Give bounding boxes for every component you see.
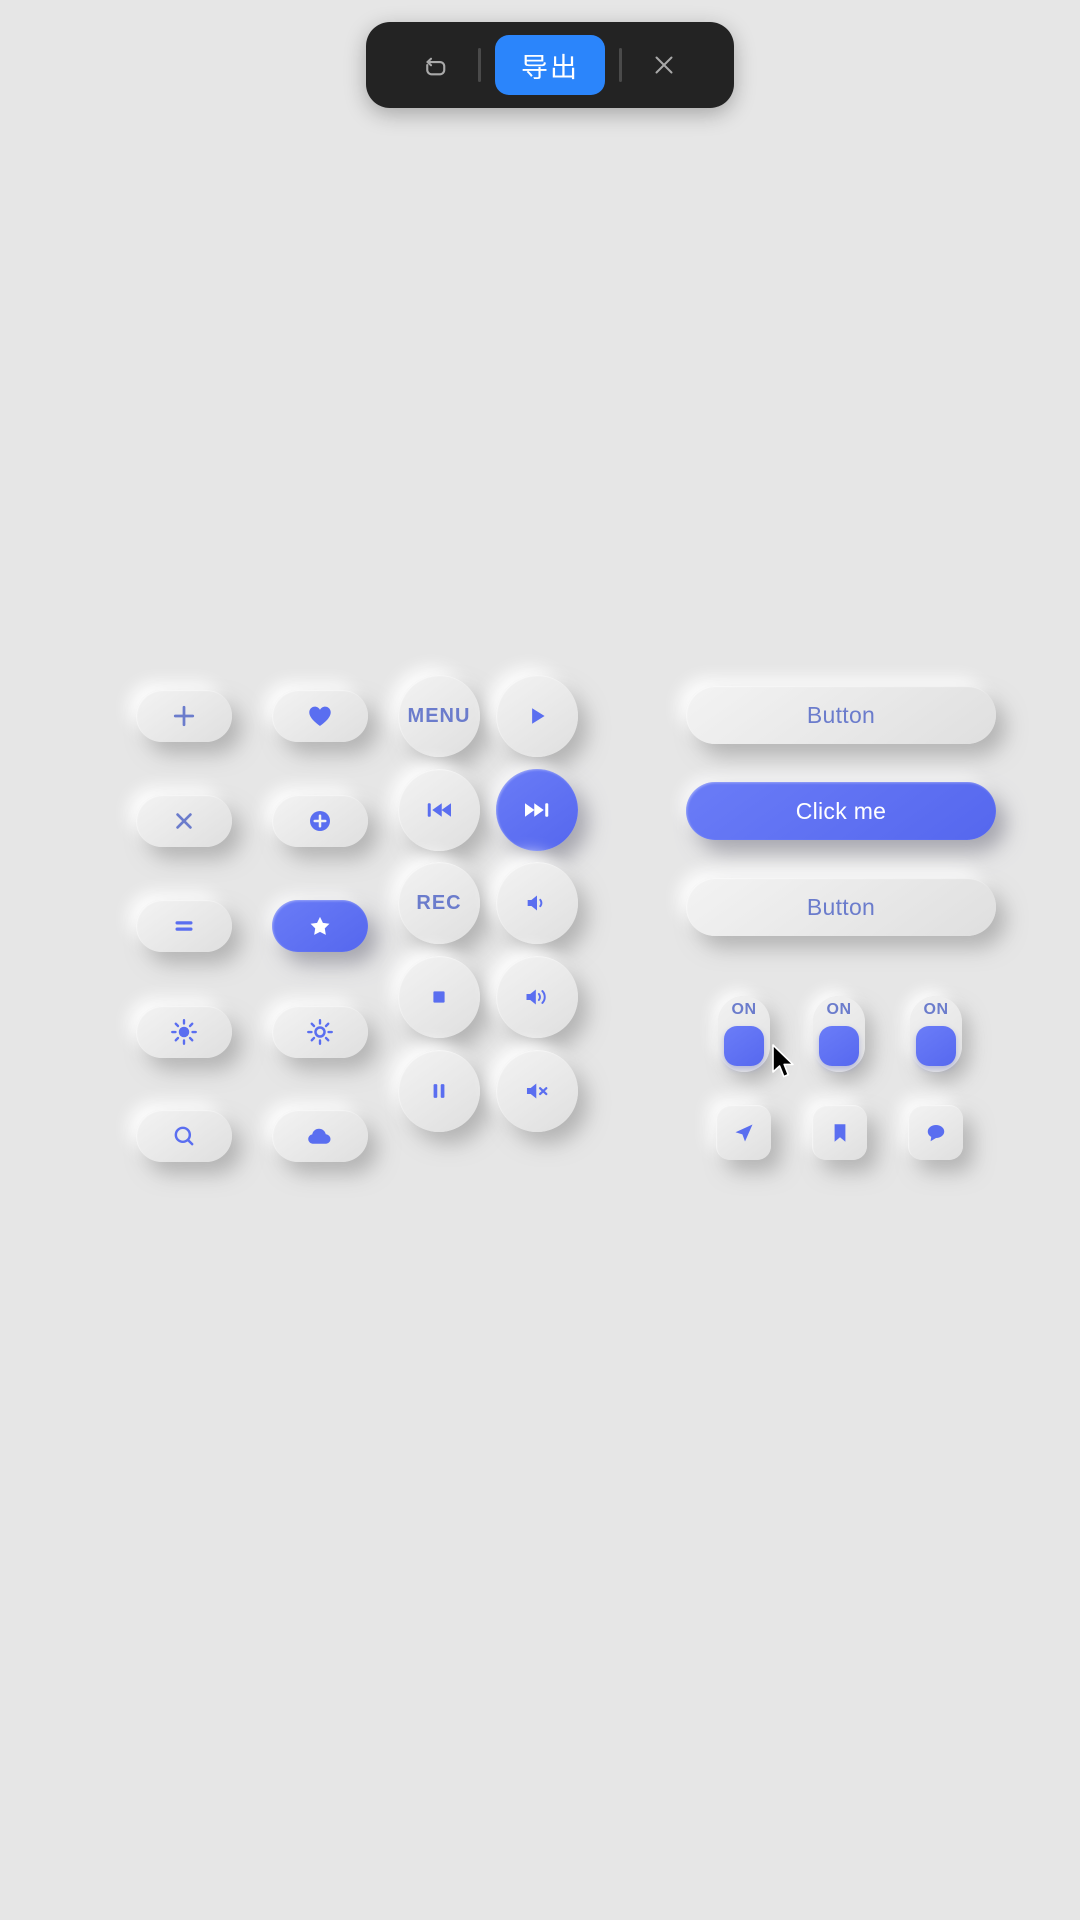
circle-button-volume-mute[interactable] (496, 1050, 578, 1132)
square-button-send[interactable] (716, 1105, 771, 1160)
pause-icon (426, 1078, 452, 1104)
pill-button-star[interactable] (272, 900, 368, 952)
volume-low-icon (523, 889, 551, 917)
square-button-chat[interactable] (908, 1105, 963, 1160)
search-icon (170, 1122, 198, 1150)
wide-button-2[interactable]: Button (686, 878, 996, 936)
bookmark-icon (828, 1121, 852, 1145)
chat-bubble-icon (923, 1120, 949, 1146)
volume-high-icon (523, 983, 551, 1011)
circle-button-next[interactable] (496, 769, 578, 851)
neumorphic-button-board: MENU REC Button Click me Button ON ON ON (0, 0, 1080, 1920)
pill-button-close[interactable] (136, 795, 232, 847)
circle-button-previous[interactable] (398, 769, 480, 851)
wide-button-click-me-label: Click me (795, 797, 887, 824)
previous-track-icon (424, 795, 454, 825)
circle-button-play[interactable] (496, 675, 578, 757)
sun-filled-icon (169, 1017, 199, 1047)
circle-button-menu[interactable]: MENU (398, 675, 480, 757)
toggle-switch-3-label: ON (923, 1001, 949, 1018)
equals-icon (169, 911, 199, 941)
toggle-switch-2[interactable]: ON (813, 996, 865, 1072)
sun-outline-icon (305, 1017, 335, 1047)
wide-button-1-label: Button (806, 701, 876, 728)
pill-button-cloud[interactable] (272, 1110, 368, 1162)
pill-button-add-circle[interactable] (272, 795, 368, 847)
menu-button-label: MENU (407, 704, 471, 727)
rec-button-label: REC (416, 891, 462, 914)
circle-button-volume-high[interactable] (496, 956, 578, 1038)
toggle-switch-2-label: ON (826, 1001, 852, 1018)
plus-circle-icon (305, 806, 335, 836)
pill-button-equals[interactable] (136, 900, 232, 952)
play-icon (524, 703, 550, 729)
stop-icon (427, 985, 451, 1009)
circle-button-pause[interactable] (398, 1050, 480, 1132)
send-icon (732, 1121, 756, 1145)
next-track-icon (522, 795, 552, 825)
circle-button-stop[interactable] (398, 956, 480, 1038)
wide-button-2-label: Button (806, 893, 876, 920)
wide-button-click-me[interactable]: Click me (686, 782, 996, 840)
wide-button-1[interactable]: Button (686, 686, 996, 744)
toggle-switch-1[interactable]: ON (718, 996, 770, 1072)
plus-icon (169, 701, 199, 731)
circle-button-volume-low[interactable] (496, 862, 578, 944)
cloud-icon (305, 1121, 335, 1151)
circle-button-record[interactable]: REC (398, 862, 480, 944)
volume-mute-icon (523, 1077, 551, 1105)
toggle-switch-3-knob[interactable] (916, 1026, 956, 1066)
toggle-switch-3[interactable]: ON (910, 996, 962, 1072)
toggle-switch-1-label: ON (731, 1001, 757, 1018)
pill-button-brightness-high[interactable] (136, 1006, 232, 1058)
close-x-icon (170, 807, 198, 835)
star-icon (306, 912, 334, 940)
pill-button-heart[interactable] (272, 690, 368, 742)
toggle-switch-1-knob[interactable] (724, 1026, 764, 1066)
heart-icon (306, 702, 334, 730)
toggle-switch-2-knob[interactable] (819, 1026, 859, 1066)
square-button-bookmark[interactable] (812, 1105, 867, 1160)
pill-button-search[interactable] (136, 1110, 232, 1162)
pill-button-plus[interactable] (136, 690, 232, 742)
pill-button-brightness-low[interactable] (272, 1006, 368, 1058)
